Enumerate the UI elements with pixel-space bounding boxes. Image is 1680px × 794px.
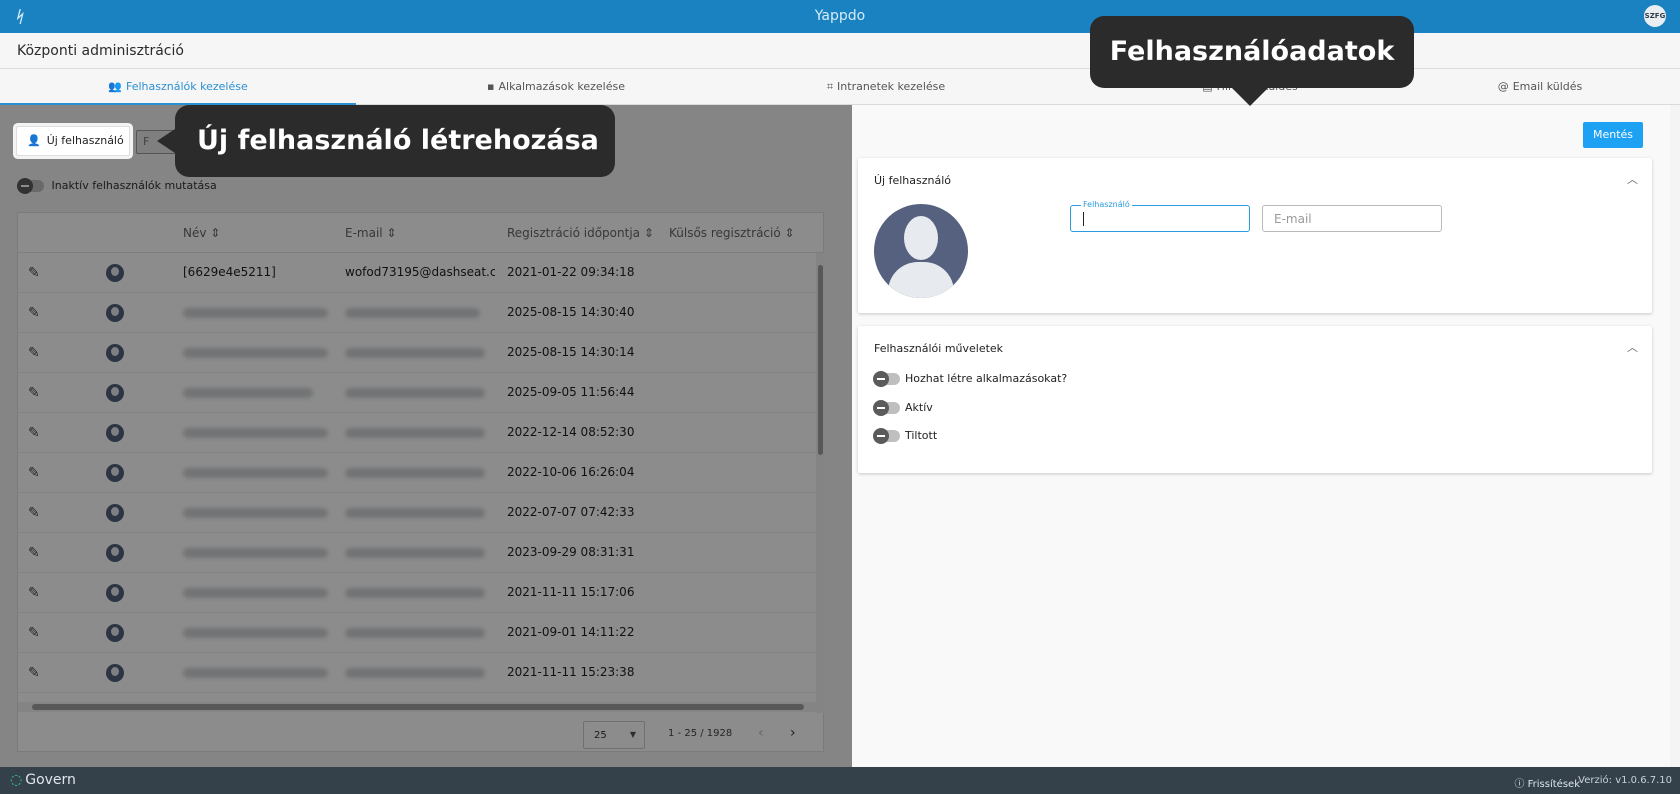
modal-overlay — [0, 105, 852, 767]
callout-text: Felhasználóadatok — [1109, 36, 1395, 67]
app-title: Yappdo — [814, 8, 866, 24]
tab-users[interactable]: 👥 Felhasználók kezelése — [0, 69, 356, 105]
username-label: Felhasználó — [1081, 200, 1132, 209]
op-label: Hozhat létre alkalmazásokat? — [905, 372, 1068, 385]
footer: ◌ Govern ⓘ Frissítések Verzió: v1.0.6.7.1… — [0, 767, 1680, 794]
callout-text: Új felhasználó létrehozása — [197, 125, 599, 156]
new-user-card: Új felhasználó ︿ Felhasználó E-mail — [858, 158, 1652, 313]
callout-pointer — [1232, 88, 1268, 106]
can-create-apps-toggle[interactable] — [873, 371, 900, 387]
tab-label: Intranetek kezelése — [837, 80, 946, 93]
chevron-up-icon[interactable]: ︿ — [1627, 171, 1638, 187]
page-title: Központi adminisztráció — [17, 43, 184, 59]
text-caret — [1083, 212, 1084, 226]
avatar[interactable] — [874, 204, 968, 298]
avatar-head — [904, 216, 938, 260]
version-label: Verzió: v1.0.6.7.10 — [1578, 775, 1672, 786]
user-operations-card: Felhasználói műveletek ︿ Hozhat létre al… — [858, 326, 1652, 473]
email-field[interactable]: E-mail — [1262, 205, 1442, 232]
brand-name: Govern — [25, 772, 76, 788]
tab-bar: 👥 Felhasználók kezelése ▪ Alkalmazások kez… — [0, 69, 1680, 105]
card-title: Felhasználói műveletek — [874, 342, 1004, 355]
chevron-up-icon[interactable]: ︿ — [1627, 339, 1638, 355]
top-bar: ᛋ Yappdo SZFG — [0, 0, 1680, 33]
network-icon: ⌗ — [826, 80, 834, 93]
at-icon: @ — [1497, 80, 1509, 93]
govern-logo-icon: ◌ — [10, 772, 23, 788]
footer-brand: ◌ Govern — [10, 772, 76, 788]
new-user-label: Új felhasználó — [46, 134, 124, 147]
callout-user-data: Felhasználóadatok — [1090, 16, 1414, 106]
save-button[interactable]: Mentés — [1583, 122, 1643, 148]
email-placeholder: E-mail — [1274, 212, 1312, 226]
tab-label: Alkalmazások kezelése — [498, 80, 625, 93]
tab-intranets[interactable]: ⌗ Intranetek kezelése — [756, 69, 1016, 105]
banned-toggle[interactable] — [873, 428, 900, 444]
banned-row[interactable]: Tiltott — [873, 428, 938, 444]
page-scrollbar[interactable] — [1670, 105, 1680, 767]
apps-icon: ▪ — [487, 80, 495, 93]
active-toggle[interactable] — [873, 400, 900, 416]
callout-pointer — [157, 129, 175, 153]
tab-label: Email küldés — [1512, 80, 1583, 93]
page-header: Központi adminisztráció — [0, 33, 1680, 69]
active-row[interactable]: Aktív — [873, 400, 933, 416]
avatar-body — [888, 262, 954, 298]
tab-label: Felhasználók kezelése — [125, 80, 248, 93]
tab-apps[interactable]: ▪ Alkalmazások kezelése — [356, 69, 756, 105]
users-icon: 👥 — [108, 80, 122, 93]
add-user-icon: 👤 — [27, 134, 41, 147]
user-avatar[interactable]: SZFG — [1644, 5, 1666, 27]
user-detail-pane: Mentés Új felhasználó ︿ Felhasználó E-ma… — [852, 105, 1670, 767]
card-title: Új felhasználó — [874, 174, 952, 187]
op-label: Aktív — [905, 401, 933, 414]
tab-email[interactable]: @ Email küldés — [1400, 69, 1680, 105]
new-user-button[interactable]: 👤 Új felhasználó — [16, 126, 130, 156]
can-create-apps-row[interactable]: Hozhat létre alkalmazásokat? — [873, 371, 1068, 387]
callout-new-user: Új felhasználó létrehozása — [157, 105, 615, 177]
op-label: Tiltott — [905, 429, 938, 442]
updates-link[interactable]: ⓘ Frissítések — [1514, 775, 1580, 790]
username-field[interactable]: Felhasználó — [1070, 200, 1250, 232]
